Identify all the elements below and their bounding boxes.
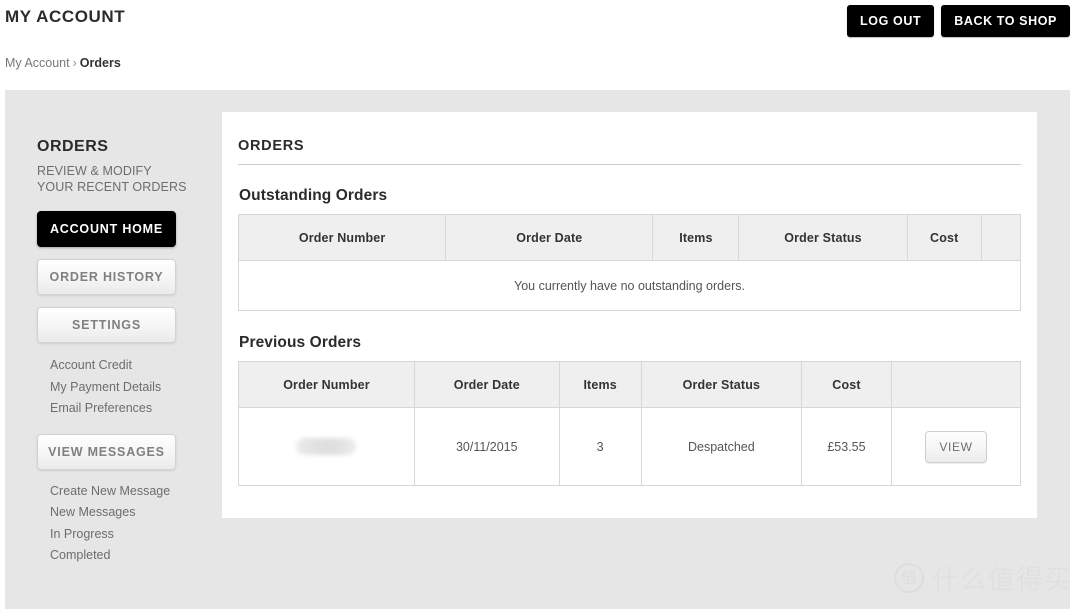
column-header-items: Items <box>558 361 642 408</box>
column-header-order-status: Order Status <box>640 361 803 408</box>
log-out-button[interactable]: LOG OUT <box>847 5 935 37</box>
column-header-order-number: Order Number <box>237 214 447 261</box>
top-header: MY ACCOUNT LOG OUT BACK TO SHOP <box>0 0 1080 46</box>
back-to-shop-button[interactable]: BACK TO SHOP <box>941 5 1070 37</box>
cell-order-number <box>238 407 415 486</box>
breadcrumb-separator-icon: › <box>72 56 77 70</box>
cell-cost: £53.55 <box>801 407 892 486</box>
column-header-items: Items <box>652 214 740 261</box>
redacted-order-number <box>296 438 357 455</box>
cell-items: 3 <box>558 407 642 486</box>
sidebar-link-create-new-message[interactable]: Create New Message <box>50 481 212 503</box>
column-header-cost: Cost <box>906 214 982 261</box>
sidebar-link-new-messages[interactable]: New Messages <box>50 502 212 524</box>
sidebar-link-my-payment-details[interactable]: My Payment Details <box>50 377 212 399</box>
column-header-order-number: Order Number <box>238 361 415 408</box>
sidebar-link-email-preferences[interactable]: Email Preferences <box>50 398 212 420</box>
previous-orders-table: Order Number Order Date Items Order Stat… <box>238 361 1022 486</box>
page-title: MY ACCOUNT <box>5 7 126 26</box>
outstanding-orders-table: Order Number Order Date Items Order Stat… <box>237 214 1022 311</box>
table-header-row: Order Number Order Date Items Order Stat… <box>238 361 1022 408</box>
sidebar-message-links: Create New Message New Messages In Progr… <box>50 481 212 567</box>
sidebar-button-settings[interactable]: SETTINGS <box>37 307 176 343</box>
header-actions: LOG OUT BACK TO SHOP <box>847 5 1070 37</box>
sidebar-button-view-messages[interactable]: VIEW MESSAGES <box>37 433 176 470</box>
breadcrumb: My Account › Orders <box>5 56 121 70</box>
cell-actions: VIEW <box>890 407 1022 486</box>
column-header-actions <box>980 214 1022 261</box>
sidebar-link-account-credit[interactable]: Account Credit <box>50 355 212 377</box>
sidebar-link-in-progress[interactable]: In Progress <box>50 524 212 546</box>
page-root: MY ACCOUNT LOG OUT BACK TO SHOP My Accou… <box>0 0 1080 609</box>
column-header-order-date: Order Date <box>445 214 654 261</box>
sidebar-title: ORDERS <box>37 138 109 155</box>
column-header-actions <box>890 361 1022 408</box>
orders-heading: ORDERS <box>238 138 1021 165</box>
column-header-cost: Cost <box>801 361 892 408</box>
breadcrumb-link-my-account[interactable]: My Account <box>5 56 70 70</box>
column-header-order-date: Order Date <box>413 361 560 408</box>
sidebar-subtitle: REVIEW & MODIFY YOUR RECENT ORDERS <box>37 164 187 194</box>
table-header-row: Order Number Order Date Items Order Stat… <box>237 214 1022 261</box>
view-order-button[interactable]: VIEW <box>925 430 987 463</box>
cell-order-date: 30/11/2015 <box>413 407 560 486</box>
breadcrumb-current: Orders <box>79 56 121 70</box>
table-row: 30/11/2015 3 Despatched £53.55 VIEW <box>238 407 1022 486</box>
sidebar-account-links: Account Credit My Payment Details Email … <box>50 355 212 420</box>
outstanding-orders-heading: Outstanding Orders <box>239 187 388 204</box>
sidebar-button-order-history[interactable]: ORDER HISTORY <box>37 259 176 295</box>
sidebar: ORDERS REVIEW & MODIFY YOUR RECENT ORDER… <box>37 138 212 581</box>
previous-orders-heading: Previous Orders <box>239 334 362 351</box>
orders-card: ORDERS Outstanding Orders Order Number O… <box>222 112 1037 518</box>
cell-order-status: Despatched <box>640 407 803 486</box>
table-row-empty: You currently have no outstanding orders… <box>238 260 1021 311</box>
column-header-order-status: Order Status <box>738 214 908 261</box>
sidebar-button-account-home[interactable]: ACCOUNT HOME <box>37 211 176 247</box>
outstanding-empty-message: You currently have no outstanding orders… <box>238 260 1021 311</box>
orders-card-inner: ORDERS Outstanding Orders Order Number O… <box>222 112 1037 486</box>
sidebar-link-completed[interactable]: Completed <box>50 545 212 567</box>
